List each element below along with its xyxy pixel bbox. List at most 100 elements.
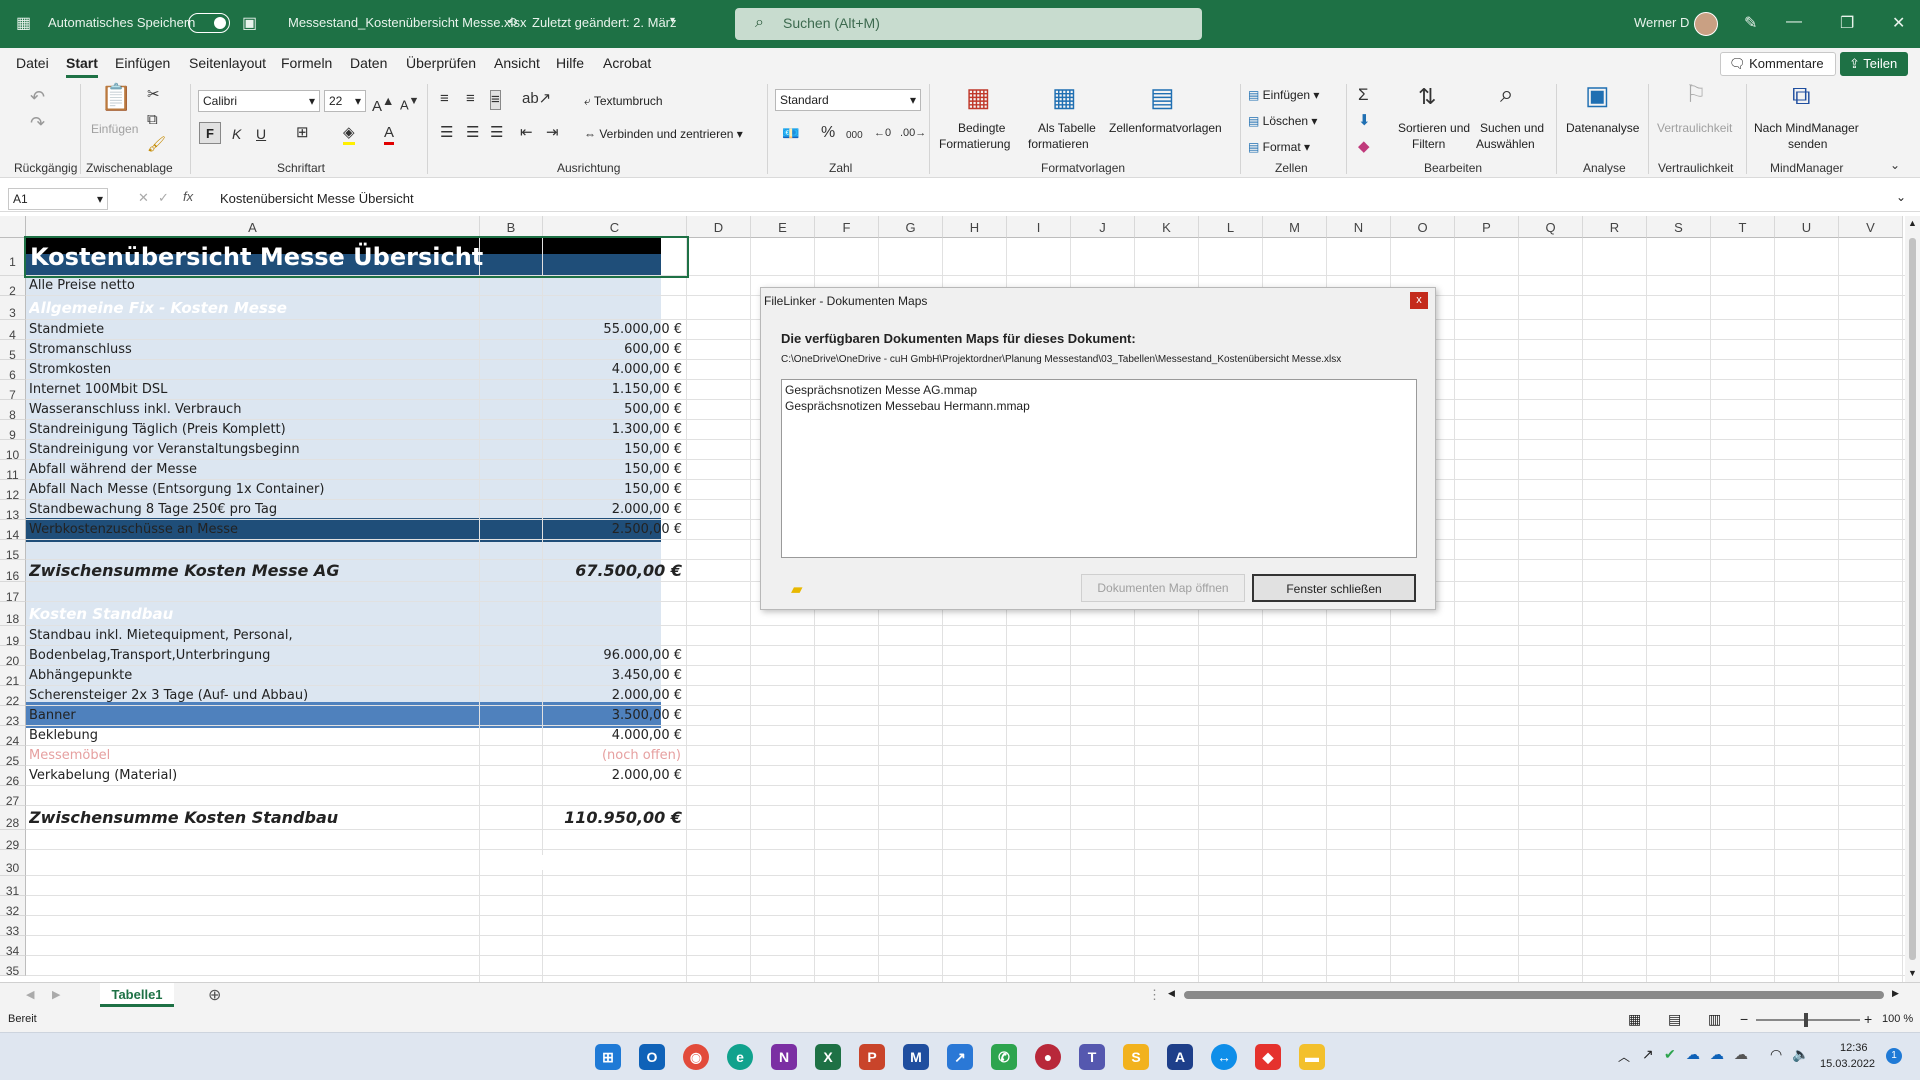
item-label[interactable]: Standmiete <box>29 320 477 340</box>
row-header[interactable]: 2 <box>0 276 26 298</box>
mindmanager-label-2[interactable]: senden <box>1788 137 1827 152</box>
column-header-m[interactable]: M <box>1263 216 1327 238</box>
user-name[interactable]: Werner D <box>1634 15 1689 30</box>
item-value[interactable]: 600,00 € <box>543 340 685 360</box>
column-header-s[interactable]: S <box>1647 216 1711 238</box>
find-label-2[interactable]: Auswählen <box>1476 137 1535 152</box>
sort-filter-icon[interactable]: ⇅ <box>1418 86 1436 108</box>
item-value[interactable]: 55.000,00 € <box>543 320 685 340</box>
menu-ueberpruefen[interactable]: Überprüfen <box>406 55 476 71</box>
item-label[interactable]: Internet 100Mbit DSL <box>29 380 477 400</box>
font-color-icon[interactable]: A <box>384 124 395 145</box>
section-header[interactable]: Allgemeine Fix - Kosten Messe <box>29 296 690 320</box>
item-label[interactable]: Abfall Nach Messe (Entsorgung 1x Contain… <box>29 480 477 500</box>
format-as-table-icon[interactable]: ▦ <box>1052 84 1077 110</box>
list-item[interactable]: Gesprächsnotizen Messebau Hermann.mmap <box>785 398 1413 414</box>
column-header-b[interactable]: B <box>480 216 543 238</box>
column-header-q[interactable]: Q <box>1519 216 1583 238</box>
redo-icon[interactable]: ↷ <box>30 114 45 132</box>
align-right-icon[interactable]: ☰ <box>490 124 503 142</box>
phone-link-icon[interactable]: ✆ <box>991 1044 1017 1070</box>
menu-datei[interactable]: Datei <box>16 55 49 71</box>
column-header-l[interactable]: L <box>1199 216 1263 238</box>
sort-label-2[interactable]: Filtern <box>1412 137 1445 152</box>
column-header-f[interactable]: F <box>815 216 879 238</box>
percent-icon[interactable]: % <box>821 124 835 142</box>
align-center-icon[interactable]: ☰ <box>466 124 479 142</box>
wrap-text-button[interactable]: ⤶ Textumbruch <box>584 94 663 109</box>
undo-icon[interactable]: ↶ <box>30 88 45 106</box>
function-icon[interactable]: fx <box>183 189 193 204</box>
item-value[interactable]: 3.500,00 € <box>543 706 685 726</box>
notification-badge[interactable]: 1 <box>1886 1048 1902 1064</box>
item-label[interactable]: Abfall während der Messe <box>29 460 477 480</box>
column-header-c[interactable]: C <box>543 216 687 238</box>
dialog-close-button[interactable]: x <box>1410 292 1428 309</box>
data-analysis-icon[interactable]: ▣ <box>1585 82 1610 108</box>
row-header[interactable]: 3 <box>0 296 26 320</box>
column-header-d[interactable]: D <box>687 216 751 238</box>
chrome-icon[interactable]: ◉ <box>683 1044 709 1070</box>
mindmanager-taskbar-icon[interactable]: M <box>903 1044 929 1070</box>
row-header[interactable]: 8 <box>0 400 26 422</box>
item-value[interactable]: 150,00 € <box>543 460 685 480</box>
row-header[interactable]: 17 <box>0 582 26 604</box>
item-value[interactable]: 4.000,00 € <box>543 360 685 380</box>
column-header-o[interactable]: O <box>1391 216 1455 238</box>
row-header[interactable]: 20 <box>0 646 26 668</box>
item-value[interactable]: 500,00 € <box>543 400 685 420</box>
name-box[interactable]: A1 ▾ <box>8 188 108 210</box>
row-header[interactable]: 26 <box>0 766 26 788</box>
scroll-down-icon[interactable]: ▼ <box>1908 968 1917 978</box>
format-cells-button[interactable]: ▤ Format ▾ <box>1248 140 1310 155</box>
align-top-icon[interactable]: ≡ <box>440 90 449 108</box>
align-left-icon[interactable]: ☰ <box>440 124 453 142</box>
close-window-button[interactable]: Fenster schließen <box>1252 574 1416 602</box>
subtotal-value[interactable]: 67.500,00 € <box>543 560 685 582</box>
cut-icon[interactable]: ✂ <box>147 86 160 104</box>
comments-button[interactable]: 🗨 Kommentare <box>1720 52 1836 76</box>
italic-button[interactable]: K <box>232 125 241 143</box>
cond-format-label-1[interactable]: Bedingte <box>958 121 1005 136</box>
item-value[interactable]: 150,00 € <box>543 480 685 500</box>
formula-content[interactable]: Kostenübersicht Messe Übersicht <box>220 191 414 206</box>
row-header[interactable]: 30 <box>0 850 26 876</box>
expand-formula-icon[interactable]: ⌄ <box>1896 190 1906 204</box>
bold-button[interactable]: F <box>199 122 221 144</box>
grow-font-icon[interactable]: A▲ <box>372 92 394 116</box>
column-header-r[interactable]: R <box>1583 216 1647 238</box>
number-format-select[interactable]: Standard ▾ <box>775 89 921 111</box>
menu-einfuegen[interactable]: Einfügen <box>115 55 170 71</box>
teamviewer-icon[interactable]: ↔ <box>1211 1044 1237 1070</box>
row-header[interactable]: 27 <box>0 786 26 808</box>
subtotal-value[interactable]: 110.950,00 € <box>543 806 685 830</box>
scroll-left-icon[interactable]: ◀ <box>1168 988 1175 999</box>
mindmanager-icon[interactable]: ⧉ <box>1792 82 1811 108</box>
save-icon[interactable]: ▣ <box>242 13 257 33</box>
cloud-icon[interactable]: ☁ <box>1734 1046 1748 1063</box>
windows-start-icon[interactable]: ⊞ <box>595 1044 621 1070</box>
restore-icon[interactable]: ❐ <box>1840 13 1854 33</box>
font-size-select[interactable]: 22 ▾ <box>324 90 366 112</box>
insert-cells-button[interactable]: ▤ Einfügen ▾ <box>1248 88 1319 103</box>
item-value[interactable]: 4.000,00 € <box>543 726 685 746</box>
share-button[interactable]: ⇪ Teilen <box>1840 52 1908 76</box>
row-header[interactable]: 9 <box>0 420 26 442</box>
cond-format-label-2[interactable]: Formatierung <box>939 137 1010 152</box>
row-header[interactable]: 23 <box>0 706 26 728</box>
column-header-n[interactable]: N <box>1327 216 1391 238</box>
subtotal-label[interactable]: Zwischensumme Kosten Standbau <box>29 806 483 830</box>
zoom-level[interactable]: 100 % <box>1882 1013 1913 1025</box>
row-header[interactable]: 34 <box>0 936 26 958</box>
enter-icon[interactable]: ✓ <box>158 190 169 206</box>
font-name-select[interactable]: Calibri ▾ <box>198 90 320 112</box>
column-header-h[interactable]: H <box>943 216 1007 238</box>
row-header[interactable]: 14 <box>0 520 26 542</box>
sort-label-1[interactable]: Sortieren und <box>1398 121 1470 136</box>
row-header[interactable]: 35 <box>0 956 26 978</box>
menu-daten[interactable]: Daten <box>350 55 387 71</box>
folder-icon[interactable]: ▰ <box>791 580 803 598</box>
item-label[interactable]: Wasseranschluss inkl. Verbrauch <box>29 400 477 420</box>
cell-styles-label[interactable]: Zellenformatvorlagen <box>1109 121 1222 136</box>
row-header[interactable]: 21 <box>0 666 26 688</box>
